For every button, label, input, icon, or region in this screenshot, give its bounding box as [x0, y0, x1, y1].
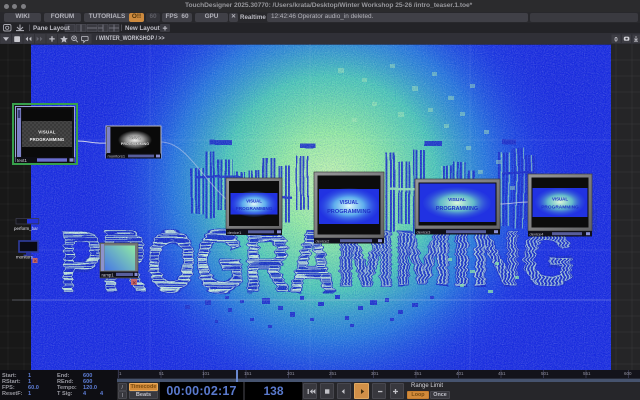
svg-text:VISUAL: VISUAL: [340, 200, 359, 206]
svg-text:VISUAL: VISUAL: [246, 199, 262, 204]
svg-text:PROGRAMMING: PROGRAMMING: [436, 206, 478, 212]
svg-text:VISUAL: VISUAL: [552, 197, 568, 202]
svg-text:ramp1: ramp1: [102, 273, 115, 278]
svg-text:device2: device2: [316, 239, 331, 244]
svg-text:PROGRAMMING: PROGRAMMING: [236, 206, 273, 211]
svg-text:perform_bar: perform_bar: [14, 226, 38, 231]
svg-text:device1: device1: [228, 230, 243, 235]
svg-text:✕: ✕: [33, 259, 37, 264]
svg-text:VISUAL: VISUAL: [38, 130, 56, 135]
svg-text:monitors: monitors: [16, 255, 34, 260]
svg-text:VISUAL: VISUAL: [129, 136, 141, 140]
svg-text:VISUAL: VISUAL: [448, 197, 466, 203]
svg-text:PROGRAMMING: PROGRAMMING: [30, 137, 65, 142]
svg-text:monitors1: monitors1: [108, 154, 126, 159]
svg-text:device4: device4: [530, 232, 545, 237]
svg-text:PROGRAMMING: PROGRAMMING: [327, 209, 371, 215]
svg-text:device3: device3: [417, 230, 432, 235]
svg-text:PROGRAMMING: PROGRAMMING: [121, 142, 149, 146]
svg-text:text1: text1: [17, 158, 27, 163]
svg-text:✕: ✕: [132, 280, 136, 286]
svg-text:PROGRAMMING: PROGRAMMING: [541, 205, 579, 211]
